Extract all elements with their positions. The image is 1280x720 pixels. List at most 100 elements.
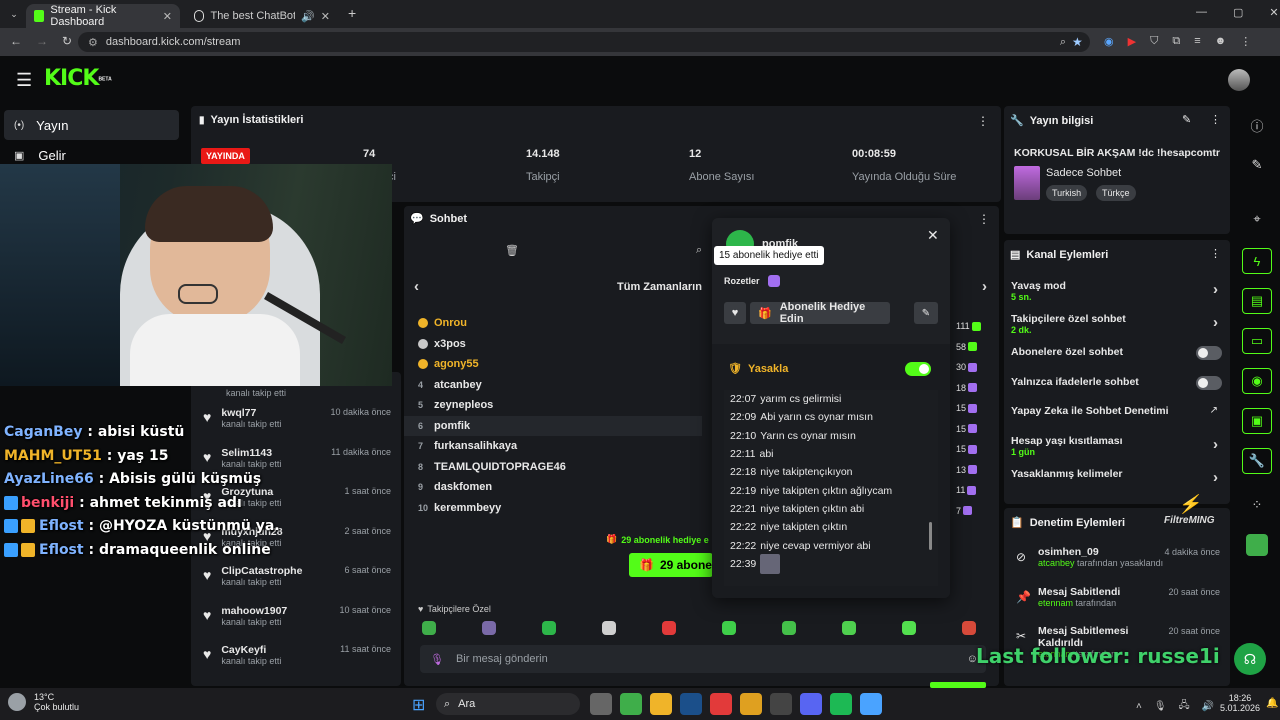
discord-icon[interactable] — [800, 693, 822, 715]
minecraft-icon[interactable] — [620, 693, 642, 715]
sub-gifter-badge-icon[interactable] — [768, 275, 780, 287]
scrollbar[interactable] — [929, 522, 932, 550]
file-explorer-icon[interactable] — [650, 693, 672, 715]
chevron-right-icon[interactable]: › — [1213, 469, 1218, 486]
address-bar[interactable]: ⚙ dashboard.kick.com/stream ⌕ — [78, 32, 1090, 52]
leaderboard-row[interactable]: 5 zeynepleos — [404, 395, 702, 416]
tag-chip[interactable]: Turkish — [1046, 185, 1088, 201]
moderation-actor[interactable]: atcanbey — [1038, 558, 1075, 568]
close-icon[interactable]: ✕ — [927, 227, 939, 244]
chrome-icon[interactable] — [740, 693, 762, 715]
maximize-icon[interactable]: ▢ — [1233, 6, 1243, 19]
moderation-row[interactable]: 📌 Mesaj Sabitlendi 20 saat önce etennam tar… — [1004, 586, 1230, 626]
follower-name[interactable]: CayKeyfi — [221, 644, 266, 656]
chevron-right-icon[interactable]: › — [1213, 314, 1218, 331]
close-tab-icon[interactable]: ✕ — [321, 10, 330, 23]
extension-shield-icon[interactable]: ⛉ — [1150, 35, 1158, 48]
follower-name[interactable]: kwql77 — [221, 407, 256, 419]
extension-translate-icon[interactable]: ◉ — [1104, 35, 1114, 48]
notifications-icon[interactable]: 🔔 — [1266, 698, 1278, 709]
minimize-icon[interactable]: — — [1196, 6, 1207, 19]
emote-icon[interactable] — [542, 621, 556, 635]
emote-icon[interactable] — [722, 621, 736, 635]
channel-action-row[interactable]: Yasaklanmış kelimeler › — [1004, 466, 1230, 496]
profile-icon[interactable]: ☻ — [1215, 35, 1227, 48]
leaderboard-row[interactable]: 10 keremmbeyy — [404, 498, 702, 519]
leaderboard-row[interactable]: 9 daskfomen — [404, 477, 702, 498]
follower-name[interactable]: mahoow1907 — [221, 605, 287, 617]
forward-icon[interactable]: → — [36, 34, 48, 48]
task-view-icon[interactable] — [590, 693, 612, 715]
actions-menu-icon[interactable]: ⋮ — [1210, 247, 1221, 260]
emote-icon[interactable] — [782, 621, 796, 635]
close-tab-icon[interactable]: ✕ — [163, 10, 172, 23]
search-icon[interactable]: ⌕ — [696, 244, 702, 257]
leaderboard-row[interactable]: x3pos — [404, 334, 702, 355]
tray-volume-icon[interactable]: 🔊 — [1202, 701, 1214, 712]
menu-kebab-icon[interactable]: ⋮ — [1240, 35, 1251, 48]
taskbar-search[interactable]: ⌕ Ara — [436, 693, 580, 715]
chat-input[interactable]: 🎙 Bir mesaj gönderin ☺ — [420, 645, 986, 673]
info-icon[interactable]: ⓘ — [1242, 112, 1272, 138]
site-info-icon[interactable]: ⚙ — [88, 36, 98, 49]
emote-icon[interactable] — [842, 621, 856, 635]
channel-action-row[interactable]: Takipçilere özel sohbet 2 dk. › — [1004, 311, 1230, 344]
back-icon[interactable]: ← — [10, 34, 22, 48]
broadcast-icon[interactable]: ◉ — [1242, 368, 1272, 394]
external-link-icon[interactable]: ↗ — [1210, 405, 1218, 416]
leaderboard-row[interactable]: 8 TEAMLQUIDTOPRAGE46 — [404, 457, 702, 478]
channel-action-row[interactable]: Yapay Zeka ile Sohbet Denetimi ↗ — [1004, 403, 1230, 433]
extension-youtube-icon[interactable]: ▶ — [1128, 35, 1136, 48]
hamburger-icon[interactable]: ☰ — [16, 70, 32, 91]
follower-row[interactable]: ♥ ClipCatastrophe 6 saat önce kanalı takip … — [191, 560, 401, 600]
channel-action-row[interactable]: Yavaş mod 5 sn. › — [1004, 278, 1230, 311]
bookmark-star-icon[interactable]: ★ — [1072, 35, 1083, 49]
valorant-icon[interactable] — [710, 693, 732, 715]
emote-icon[interactable] — [962, 621, 976, 635]
info-menu-icon[interactable]: ⋮ — [1210, 113, 1221, 126]
chat-icon[interactable]: ▭ — [1242, 328, 1272, 354]
gift-subs-button[interactable]: 🎁 29 abone — [629, 553, 713, 577]
lightning-icon[interactable]: ϟ — [1242, 248, 1272, 274]
avatar[interactable] — [1228, 69, 1250, 91]
kick-logo[interactable]: KICKBETA — [44, 66, 112, 91]
steam-icon[interactable] — [680, 693, 702, 715]
tray-mic-icon[interactable]: 🎙 — [1154, 701, 1167, 712]
tab-chatbot[interactable]: The best ChatBot and Widg 🔊 ✕ — [186, 4, 338, 28]
emote-icon[interactable] — [902, 621, 916, 635]
window-close-icon[interactable]: ✕ — [1269, 6, 1278, 19]
zoom-icon[interactable]: ⌕ — [1060, 36, 1066, 49]
leaderboard-row[interactable]: 6 pomfik — [404, 415, 702, 436]
toggle-switch[interactable] — [1196, 346, 1222, 360]
toggle-switch[interactable] — [1196, 375, 1222, 390]
leaderboard-row[interactable]: 7 furkansalihkaya — [404, 436, 702, 457]
snipping-icon[interactable] — [860, 693, 882, 715]
leaderboard-next-button[interactable]: › — [982, 278, 987, 295]
microphone-icon[interactable]: 🎙 — [430, 653, 444, 666]
tray-network-icon[interactable]: 🖧 — [1179, 698, 1190, 715]
notes-icon[interactable]: ▤ — [1242, 288, 1272, 314]
moderation-actor[interactable]: etennam — [1038, 598, 1073, 608]
leaderboard-prev-button[interactable]: ‹ — [414, 278, 419, 295]
emote-icon[interactable] — [482, 621, 496, 635]
chat-menu-icon[interactable]: ⋮ — [978, 212, 990, 226]
moderation-icon[interactable]: ▣ — [1242, 408, 1272, 434]
leaderboard-row[interactable]: Onrou — [404, 313, 702, 334]
leaderboard-row[interactable]: agony55 — [404, 354, 702, 375]
extensions-icon[interactable]: ⧉ — [1172, 35, 1180, 48]
pencil-icon[interactable]: ✎ — [1242, 152, 1272, 178]
emote-icon[interactable] — [602, 621, 616, 635]
windows-start-icon[interactable]: ⊞ — [412, 695, 425, 715]
edit-icon[interactable]: ✎ — [1182, 113, 1191, 126]
tray-chevron-icon[interactable]: ˄ — [1136, 701, 1142, 712]
follower-row[interactable]: ♥ mahoow1907 10 saat önce kanalı takip etti — [191, 600, 401, 640]
emote-icon[interactable] — [422, 621, 436, 635]
mod-tool-icon[interactable]: ✎ — [914, 302, 938, 324]
tag-chip[interactable]: Türkçe — [1096, 185, 1136, 201]
support-headset-icon[interactable]: ☊ — [1234, 643, 1266, 675]
ban-toggle[interactable] — [905, 362, 931, 376]
chevron-right-icon[interactable]: › — [1213, 436, 1218, 453]
leaderboard-row[interactable]: 4 atcanbey — [404, 375, 702, 396]
channel-action-row[interactable]: Abonelere özel sohbet — [1004, 344, 1230, 374]
tab-kick-dashboard[interactable]: Stream - Kick Dashboard ✕ — [26, 4, 180, 28]
